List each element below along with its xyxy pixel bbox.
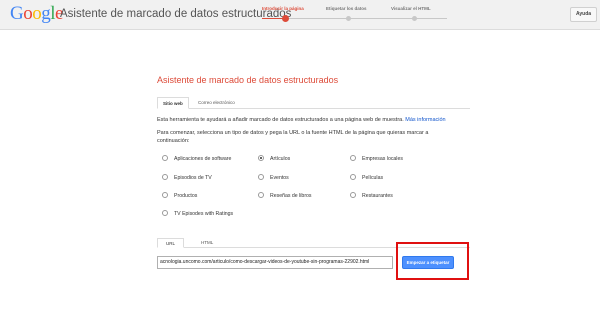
option-tv-episodes[interactable]: Episodios de TV [162, 173, 212, 183]
option-tv-episodes-ratings[interactable]: TV Episodes with Ratings [162, 209, 234, 219]
step-dot-2 [346, 16, 351, 21]
radio-icon[interactable] [350, 191, 356, 198]
option-movies[interactable]: Películas [350, 173, 384, 183]
tab-email[interactable]: Correo electrónico [193, 97, 240, 109]
start-tagging-button[interactable]: Empezar a etiquetar [402, 256, 454, 269]
radio-icon[interactable] [258, 191, 264, 198]
app-title: Asistente de marcado de datos estructura… [60, 8, 292, 20]
top-bar: Google Asistente de marcado de datos est… [0, 0, 600, 30]
step-dot-current [282, 15, 289, 22]
step-line-done [262, 18, 284, 19]
option-label: Aplicaciones de software [174, 156, 232, 162]
step-enter-page: Introducir la página [262, 6, 304, 11]
instruction-line-1: Para comenzar, selecciona un tipo de dat… [157, 130, 429, 136]
radio-icon[interactable] [258, 173, 264, 180]
option-label: TV Episodes with Ratings [174, 211, 234, 217]
logo-letter-g: G [10, 3, 24, 24]
progress-steps: Introducir la página Etiquetar los datos… [262, 6, 452, 26]
option-label: Eventos [270, 175, 289, 181]
logo-letter-o2: o [32, 3, 42, 24]
radio-icon[interactable] [350, 154, 356, 161]
option-label: Episodios de TV [174, 175, 212, 181]
radio-icon[interactable] [162, 209, 168, 216]
logo-letter-g2: g [41, 3, 51, 24]
intro-sentence: Esta herramienta te ayudará a añadir mar… [157, 117, 404, 123]
help-button[interactable]: Ayuda [570, 7, 597, 22]
radio-icon[interactable] [162, 191, 168, 198]
option-label: Artículos [270, 156, 291, 162]
option-label: Empresas locales [362, 156, 403, 162]
option-software-apps[interactable]: Aplicaciones de software [162, 154, 232, 164]
logo-letter-o1: o [23, 3, 33, 24]
option-label: Productos [174, 193, 198, 199]
radio-icon[interactable] [162, 173, 168, 180]
step-line-pending [287, 18, 447, 19]
tab-website[interactable]: Sitio web [157, 97, 189, 109]
more-info-link[interactable]: Más información [405, 117, 445, 123]
option-events[interactable]: Eventos [258, 173, 289, 183]
option-label: Películas [362, 175, 384, 181]
tab-html[interactable]: HTML [193, 238, 221, 248]
option-label: Restaurantes [362, 193, 393, 199]
step-dot-3 [412, 16, 417, 21]
step-tag-data: Etiquetar los datos [326, 6, 367, 11]
instruction-line-2: continuación: [157, 138, 190, 144]
radio-icon[interactable] [350, 173, 356, 180]
option-restaurants[interactable]: Restaurantes [350, 191, 393, 201]
option-label: Reseñas de libros [270, 193, 312, 199]
radio-checked-icon[interactable] [258, 154, 264, 161]
step-view-html: Visualizar el HTML [391, 6, 431, 11]
tab-url[interactable]: URL [157, 238, 185, 248]
google-logo[interactable]: Google [10, 3, 63, 25]
option-book-reviews[interactable]: Reseñas de libros [258, 191, 312, 201]
page-title: Asistente de marcado de datos estructura… [157, 75, 339, 85]
option-local-businesses[interactable]: Empresas locales [350, 154, 403, 164]
option-articles[interactable]: Artículos [258, 154, 291, 164]
option-products[interactable]: Productos [162, 191, 198, 201]
intro-text: Esta herramienta te ayudará a añadir mar… [157, 117, 446, 123]
url-input[interactable]: acnologia.uncomo.com/articulo/como-desca… [157, 256, 393, 269]
radio-icon[interactable] [162, 154, 168, 161]
